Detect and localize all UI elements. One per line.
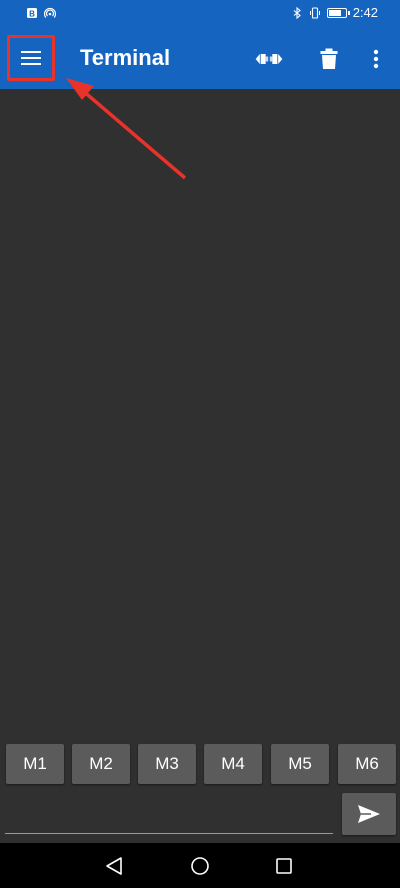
svg-text:B: B: [29, 10, 35, 19]
more-vert-icon: [373, 49, 379, 69]
hotspot-icon: [44, 7, 56, 18]
macro-button-m5[interactable]: M5: [271, 744, 329, 784]
status-bar: B 2:42: [0, 0, 400, 28]
system-nav-bar: [0, 843, 400, 888]
send-icon: [358, 805, 380, 823]
back-icon: [106, 857, 122, 875]
status-left-icons: B: [26, 7, 56, 19]
recents-button[interactable]: [272, 854, 296, 878]
macro-button-m4[interactable]: M4: [204, 744, 262, 784]
home-button[interactable]: [188, 854, 212, 878]
macro-button-m3[interactable]: M3: [138, 744, 196, 784]
app-bar: Terminal: [0, 28, 400, 89]
vibrate-icon: [309, 6, 320, 19]
send-button[interactable]: [342, 793, 396, 835]
connect-icon: [255, 54, 283, 64]
battery-level: [328, 9, 341, 16]
home-icon: [191, 857, 209, 875]
input-underline: [5, 833, 333, 834]
macro-button-m6[interactable]: M6: [338, 744, 396, 784]
status-time: 2:42: [352, 5, 378, 20]
notification-icon: B: [27, 8, 37, 19]
recents-icon: [276, 858, 292, 874]
trash-icon: [320, 48, 338, 69]
bluetooth-icon: [293, 6, 301, 19]
macro-button-m1[interactable]: M1: [6, 744, 64, 784]
back-button[interactable]: [102, 854, 126, 878]
macro-buttons: M1 M2 M3 M4 M5 M6: [6, 744, 400, 784]
menu-icon: [21, 47, 41, 69]
page-title: Terminal: [80, 45, 171, 70]
delete-button[interactable]: [314, 44, 344, 74]
menu-button[interactable]: [7, 35, 55, 81]
command-input[interactable]: [5, 800, 333, 830]
battery-icon: [326, 7, 350, 18]
macro-button-m2[interactable]: M2: [72, 744, 130, 784]
connect-button[interactable]: [254, 44, 284, 74]
terminal-output[interactable]: [0, 89, 400, 739]
status-right-icons: 2:42: [291, 5, 378, 20]
overflow-menu-button[interactable]: [361, 44, 391, 74]
